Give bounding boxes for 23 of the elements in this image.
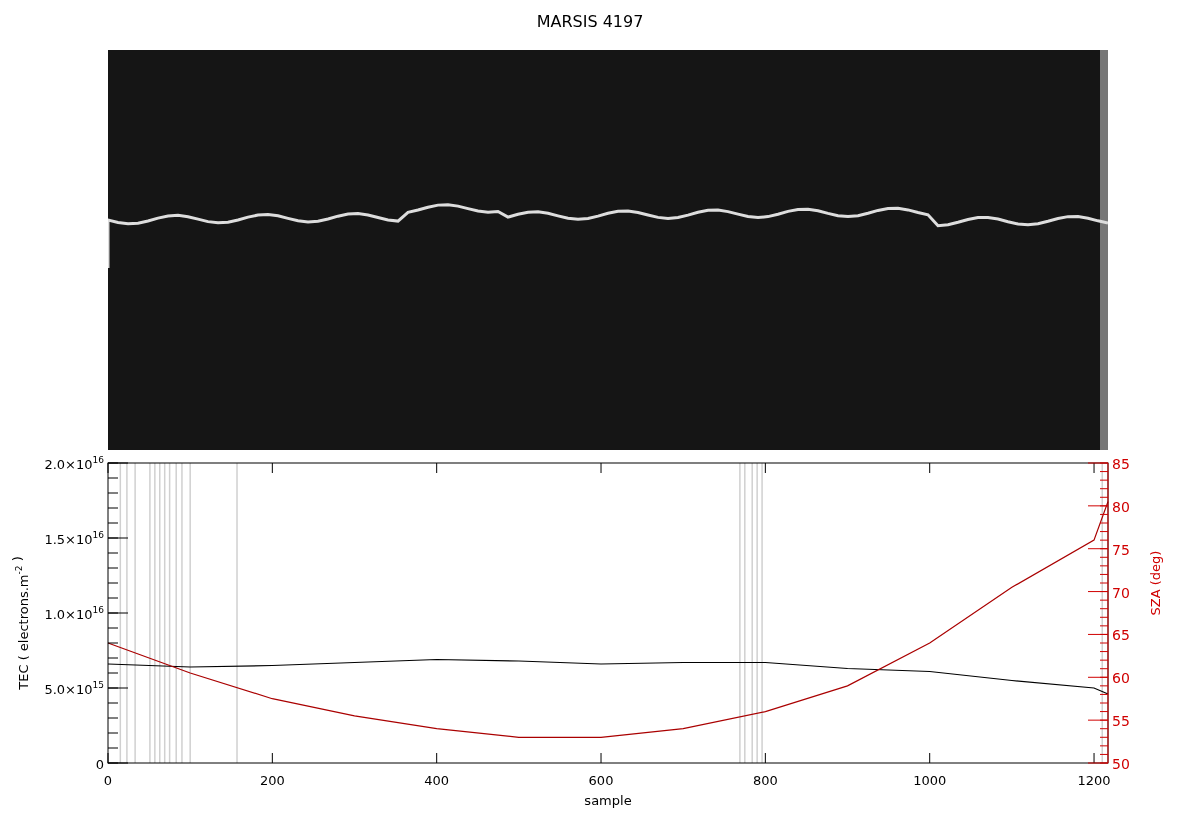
x-tick-label: 800 — [752, 773, 778, 788]
sza-tick-label: 80 — [1112, 498, 1130, 515]
y-tick-label: 0 — [95, 757, 104, 772]
y-tick-label: 2.0×10$^{16}$ — [44, 455, 104, 472]
sza-tick-label: 60 — [1112, 670, 1130, 687]
sza-tick-label: 75 — [1112, 541, 1130, 558]
x-tick-label: 200 — [259, 773, 285, 788]
chart-title: MARSIS 4197 — [536, 11, 644, 33]
sza-tick-label: 70 — [1112, 584, 1130, 601]
sza-tick-label: 50 — [1112, 756, 1130, 772]
sza-tick-label: 85 — [1112, 456, 1130, 472]
sza-axis-title: SZA (deg) — [1148, 550, 1163, 616]
x-tick-label: 600 — [588, 773, 614, 788]
sza-tick-label: 65 — [1112, 627, 1130, 644]
x-tick-label: 400 — [424, 773, 450, 788]
x-axis-title: sample — [584, 793, 632, 808]
x-tick-label: 1200 — [1077, 773, 1111, 788]
y-tick-label: 1.0×10$^{16}$ — [44, 605, 104, 622]
y-tick-label: 1.5×10$^{16}$ — [44, 530, 104, 547]
y-tick-label: 5.0×10$^{15}$ — [44, 680, 104, 697]
x-tick-label: 1000 — [913, 773, 947, 788]
x-tick-label: 0 — [103, 773, 113, 788]
sza-tick-label: 55 — [1112, 713, 1130, 730]
